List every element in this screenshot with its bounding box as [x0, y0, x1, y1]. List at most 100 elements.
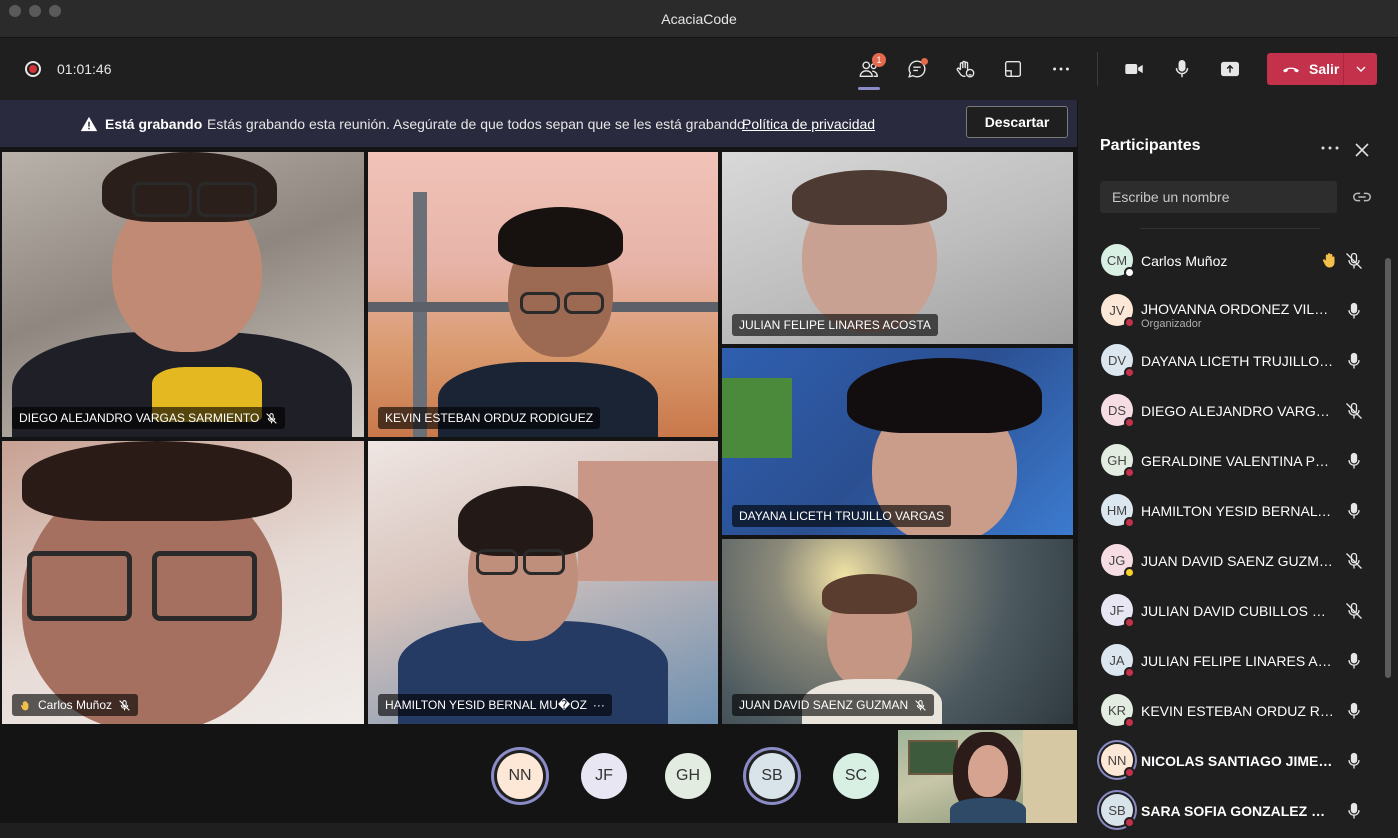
microphone-button[interactable]: [1165, 52, 1199, 86]
avatar-initials: HM: [1106, 502, 1128, 518]
video-tile[interactable]: Carlos Muñoz: [2, 441, 364, 724]
participant-row[interactable]: CM Carlos Muñoz: [1078, 238, 1378, 288]
mic-off-icon[interactable]: [1344, 401, 1364, 421]
participant-row[interactable]: JG JUAN DAVID SAENZ GUZMAN: [1078, 538, 1378, 588]
person-hair: [22, 441, 292, 521]
participant-row[interactable]: DV DAYANA LICETH TRUJILLO V...: [1078, 338, 1378, 388]
person-shirt: [950, 798, 1026, 823]
presence-status-icon: [1124, 317, 1135, 328]
leave-main-action[interactable]: Salir: [1267, 53, 1343, 85]
presence-status-icon: [1124, 517, 1135, 528]
participant-avatar: JF: [1101, 594, 1135, 628]
presence-status-icon: [1124, 717, 1135, 728]
participant-name: JHOVANNA ORDONEZ VILLE...: [1141, 301, 1334, 317]
video-name-tag: DAYANA LICETH TRUJILLO VARGAS: [732, 505, 952, 527]
participant-row[interactable]: JA JULIAN FELIPE LINARES ACOS...: [1078, 638, 1378, 688]
video-tile[interactable]: DIEGO ALEJANDRO VARGAS SARMIENTO: [2, 152, 364, 437]
participant-row[interactable]: HM HAMILTON YESID BERNAL M...: [1078, 488, 1378, 538]
person-glasses: [476, 549, 518, 575]
mic-off-icon[interactable]: [1344, 601, 1364, 621]
video-tile[interactable]: JULIAN FELIPE LINARES ACOSTA: [722, 152, 1073, 344]
microphone-icon[interactable]: [1344, 501, 1364, 521]
background-window: [1023, 730, 1078, 823]
video-name-tag: HAMILTON YESID BERNAL MU�OZ ···: [378, 694, 612, 716]
participant-row[interactable]: JV JHOVANNA ORDONEZ VILLE... Organizador: [1078, 288, 1378, 338]
rooms-button[interactable]: [996, 52, 1030, 86]
mic-off-icon[interactable]: [1344, 551, 1364, 571]
microphone-icon[interactable]: [1344, 701, 1364, 721]
participant-row[interactable]: KR KEVIN ESTEBAN ORDUZ ROD...: [1078, 688, 1378, 738]
camera-button[interactable]: [1117, 52, 1151, 86]
video-tile[interactable]: HAMILTON YESID BERNAL MU�OZ ···: [368, 441, 718, 724]
participant-name: GERALDINE VALENTINA PE�...: [1141, 453, 1334, 469]
participant-avatar[interactable]: SB: [749, 753, 795, 799]
raise-hand-reaction-icon: [956, 60, 975, 78]
participant-avatar[interactable]: NN: [497, 753, 543, 799]
microphone-icon[interactable]: [1344, 801, 1364, 821]
close-icon[interactable]: [1350, 138, 1374, 162]
avatar-initials: NN: [1107, 752, 1127, 768]
participant-name: KEVIN ESTEBAN ORDUZ ROD...: [1141, 703, 1334, 719]
participant-avatar: SB: [1101, 794, 1135, 828]
video-name-tag: Carlos Muñoz: [12, 694, 139, 716]
microphone-icon[interactable]: [1344, 451, 1364, 471]
participant-search-input[interactable]: [1100, 181, 1337, 213]
video-tile[interactable]: DAYANA LICETH TRUJILLO VARGAS: [722, 348, 1073, 535]
reactions-button[interactable]: [948, 52, 982, 86]
avatar-initials: DS: [1107, 402, 1127, 418]
participant-avatar: JG: [1101, 544, 1135, 578]
person-glasses: [564, 292, 604, 314]
warning-icon: [80, 116, 98, 132]
panel-scrollbar[interactable]: [1385, 258, 1391, 678]
participant-avatar: DV: [1101, 344, 1135, 378]
chat-button[interactable]: [900, 52, 934, 86]
avatar-initials: GH: [676, 767, 700, 784]
panel-more-icon[interactable]: [1318, 136, 1342, 160]
self-view-video[interactable]: [898, 730, 1078, 823]
participant-row[interactable]: DS DIEGO ALEJANDRO VARGAS ...: [1078, 388, 1378, 438]
avatar-initials: NN: [508, 767, 532, 784]
panel-title: Participantes: [1100, 137, 1201, 154]
meeting-toolbar: 01:01:46 1 Salir: [0, 38, 1398, 100]
participant-name: DAYANA LICETH TRUJILLO V...: [1141, 353, 1334, 369]
participant-name: JUAN DAVID SAENZ GUZMAN: [1141, 553, 1334, 569]
more-actions-button[interactable]: [1044, 52, 1078, 86]
share-invite-link-icon[interactable]: [1350, 186, 1374, 208]
participant-avatar: JA: [1101, 644, 1135, 678]
presence-status-icon: [1124, 617, 1135, 628]
video-tile[interactable]: KEVIN ESTEBAN ORDUZ RODIGUEZ: [368, 152, 718, 437]
video-tile[interactable]: JUAN DAVID SAENZ GUZMAN: [722, 539, 1073, 724]
participant-name: SARA SOFIA GONZALEZ BAR...: [1141, 803, 1334, 819]
mic-off-icon[interactable]: [1344, 251, 1364, 271]
participant-row[interactable]: SB SARA SOFIA GONZALEZ BAR...: [1078, 788, 1378, 838]
participant-name: JUAN DAVID SAENZ GUZMAN: [739, 698, 909, 712]
video-name-tag: DIEGO ALEJANDRO VARGAS SARMIENTO: [12, 407, 286, 429]
avatar-initials: JG: [1108, 552, 1126, 568]
participant-avatar: HM: [1101, 494, 1135, 528]
participant-name: JULIAN FELIPE LINARES ACOSTA: [739, 318, 931, 332]
participant-avatar[interactable]: SC: [833, 753, 879, 799]
participant-avatar[interactable]: JF: [581, 753, 627, 799]
participant-row[interactable]: GH GERALDINE VALENTINA PE�...: [1078, 438, 1378, 488]
dismiss-button[interactable]: Descartar: [966, 106, 1068, 138]
person-hair: [822, 574, 917, 614]
participant-row[interactable]: JF JULIAN DAVID CUBILLOS FO...: [1078, 588, 1378, 638]
microphone-icon[interactable]: [1344, 651, 1364, 671]
microphone-icon[interactable]: [1344, 351, 1364, 371]
leave-options-button[interactable]: [1344, 53, 1377, 85]
leave-meeting-button[interactable]: Salir: [1267, 53, 1377, 85]
participant-name: DIEGO ALEJANDRO VARGAS SARMIENTO: [19, 411, 260, 425]
share-content-button[interactable]: [1213, 52, 1247, 86]
video-stage: DIEGO ALEJANDRO VARGAS SARMIENTO KEVIN E…: [0, 147, 1077, 823]
participant-avatar[interactable]: GH: [665, 753, 711, 799]
avatar-initials: JF: [1109, 602, 1125, 618]
participant-row[interactable]: NN NICOLAS SANTIAGO JIMENE...: [1078, 738, 1378, 788]
microphone-icon[interactable]: [1344, 751, 1364, 771]
participants-button[interactable]: 1: [852, 52, 886, 90]
background-object: [722, 378, 792, 458]
mic-off-icon: [119, 699, 130, 711]
bridge-tower: [413, 192, 427, 437]
microphone-icon[interactable]: [1344, 301, 1364, 321]
tile-more-options[interactable]: ···: [593, 698, 605, 712]
privacy-policy-link[interactable]: Política de privacidad: [742, 116, 875, 132]
